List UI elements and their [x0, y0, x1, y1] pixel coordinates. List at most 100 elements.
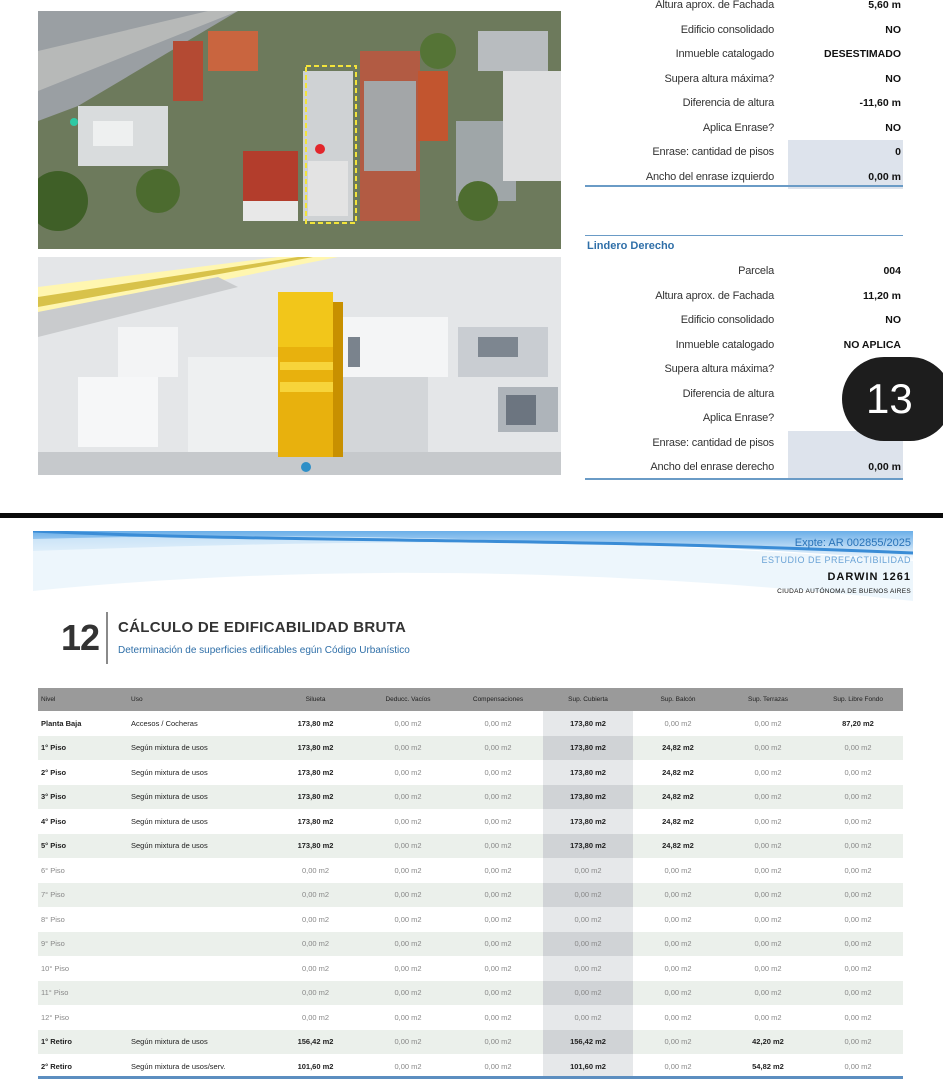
value-cell: 0,00 m2 — [268, 956, 363, 981]
lindero-derecho-title: Lindero Derecho — [587, 240, 675, 252]
value-cell: 0,00 m2 — [543, 956, 633, 981]
expediente-number: Expte: AR 002855/2025 — [794, 537, 911, 549]
value-cell: 0,00 m2 — [723, 882, 813, 907]
value-cell: 0,00 m2 — [723, 760, 813, 785]
value-cell: 0,00 m2 — [723, 1005, 813, 1030]
lindero-izquierdo-table: Altura aprox. de Fachada 5,60 m Edificio c… — [585, 0, 903, 189]
use-cell: Según mixtura de usos/serv. — [128, 1054, 268, 1079]
use-cell: Según mixtura de usos — [128, 809, 268, 834]
value-cell: 0,00 m2 — [813, 760, 903, 785]
use-cell — [128, 956, 268, 981]
table-row: 4° Piso Según mixtura de usos 173,80 m2 0,0… — [38, 809, 903, 834]
level-cell: 12° Piso — [38, 1005, 128, 1030]
value-cell: 0,00 m2 — [543, 907, 633, 932]
use-cell: Según mixtura de usos — [128, 833, 268, 858]
value-cell: 0,00 m2 — [633, 858, 723, 883]
use-cell: Según mixtura de usos — [128, 735, 268, 760]
value-cell: 0,00 m2 — [453, 735, 543, 760]
level-cell: 1° Piso — [38, 735, 128, 760]
value-cell: 0,00 m2 — [723, 858, 813, 883]
value-cell: 0,00 m2 — [453, 858, 543, 883]
value-cell: 0,00 m2 — [363, 1005, 453, 1030]
section-subtitle: Determinación de superficies edificables… — [118, 645, 410, 656]
value-cell: 0,00 m2 — [268, 907, 363, 932]
use-cell — [128, 980, 268, 1005]
value-cell: 0,00 m2 — [633, 882, 723, 907]
value-cell: 173,80 m2 — [543, 760, 633, 785]
value-cell: 54,82 m2 — [723, 1054, 813, 1079]
kv-row: Enrase: cantidad de pisos — [585, 430, 903, 455]
use-cell: Accesos / Cocheras — [128, 711, 268, 736]
kv-value: NO — [885, 314, 901, 327]
kv-label: Aplica Enrase? — [702, 121, 774, 134]
value-cell: 0,00 m2 — [633, 711, 723, 736]
kv-row: Parcela 004 — [585, 259, 903, 284]
level-cell: 8° Piso — [38, 907, 128, 932]
value-cell: 0,00 m2 — [633, 1054, 723, 1079]
value-cell: 24,82 m2 — [633, 809, 723, 834]
value-cell: 0,00 m2 — [363, 809, 453, 834]
value-cell: 101,60 m2 — [543, 1054, 633, 1079]
value-cell: 173,80 m2 — [268, 784, 363, 809]
kv-value: DESESTIMADO — [823, 48, 901, 61]
value-cell: 173,80 m2 — [543, 784, 633, 809]
value-cell: 0,00 m2 — [723, 735, 813, 760]
value-cell: 0,00 m2 — [633, 980, 723, 1005]
kv-label: Supera altura máxima? — [664, 363, 774, 376]
kv-label: Ancho del enrase izquierdo — [645, 170, 774, 183]
column-header: Sup. Libre Fondo — [813, 688, 903, 711]
value-cell: 0,00 m2 — [723, 784, 813, 809]
use-cell: Según mixtura de usos — [128, 760, 268, 785]
value-cell: 0,00 m2 — [813, 1005, 903, 1030]
kv-label: Edificio consolidado — [680, 314, 774, 327]
level-cell: 10° Piso — [38, 956, 128, 981]
value-cell: 0,00 m2 — [453, 711, 543, 736]
kv-label: Edificio consolidado — [680, 23, 774, 36]
section-bar — [106, 612, 108, 664]
value-cell: 87,20 m2 — [813, 711, 903, 736]
value-cell: 0,00 m2 — [633, 956, 723, 981]
kv-label: Ancho del enrase derecho — [650, 461, 774, 474]
table-row: 6° Piso 0,00 m2 0,00 m2 0,00 m2 0,00 m2 0,00 … — [38, 858, 903, 883]
value-cell: 0,00 m2 — [813, 956, 903, 981]
value-cell: 0,00 m2 — [268, 1005, 363, 1030]
value-cell: 0,00 m2 — [723, 833, 813, 858]
column-header: Sup. Terrazas — [723, 688, 813, 711]
aerial-photo — [38, 11, 561, 249]
value-cell: 0,00 m2 — [543, 931, 633, 956]
kv-row: Enrase: cantidad de pisos 0 — [585, 140, 903, 165]
table-row: 1° Piso Según mixtura de usos 173,80 m2 0,0… — [38, 735, 903, 760]
value-cell: 0,00 m2 — [363, 735, 453, 760]
value-cell: 24,82 m2 — [633, 760, 723, 785]
table-row: 11° Piso 0,00 m2 0,00 m2 0,00 m2 0,00 m2 0,00… — [38, 980, 903, 1005]
value-cell: 0,00 m2 — [453, 956, 543, 981]
table-row: 12° Piso 0,00 m2 0,00 m2 0,00 m2 0,00 m2 0,00… — [38, 1005, 903, 1030]
kv-label: Diferencia de altura — [682, 387, 775, 400]
level-cell: 9° Piso — [38, 931, 128, 956]
value-cell: 0,00 m2 — [723, 907, 813, 932]
kv-label: Inmueble catalogado — [675, 338, 775, 351]
edificabilidad-table: Nivel Uso Silueta Deducc. Vacíos Compens… — [38, 688, 903, 1079]
lindero-derecho-top-rule — [585, 235, 903, 236]
header-wave — [33, 531, 913, 681]
kv-value: NO — [885, 23, 901, 36]
column-header: Compensaciones — [453, 688, 543, 711]
value-cell: 0,00 m2 — [453, 1054, 543, 1079]
page-number-badge: 13 — [842, 357, 943, 441]
use-cell — [128, 882, 268, 907]
value-cell: 173,80 m2 — [268, 760, 363, 785]
kv-label: Diferencia de altura — [682, 97, 775, 110]
value-cell: 0,00 m2 — [363, 980, 453, 1005]
kv-value: 0 — [788, 140, 903, 165]
value-cell: 173,80 m2 — [543, 809, 633, 834]
table-bottom-rule — [38, 1076, 903, 1079]
table-row: 10° Piso 0,00 m2 0,00 m2 0,00 m2 0,00 m2 0,00… — [38, 956, 903, 981]
value-cell: 0,00 m2 — [453, 760, 543, 785]
table-row: 2° Piso Según mixtura de usos 173,80 m2 0,0… — [38, 760, 903, 785]
value-cell: 0,00 m2 — [813, 1054, 903, 1079]
value-cell: 24,82 m2 — [633, 735, 723, 760]
kv-label: Supera altura máxima? — [664, 72, 774, 85]
kv-value: 11,20 m — [863, 289, 901, 302]
table-row: 9° Piso 0,00 m2 0,00 m2 0,00 m2 0,00 m2 0,00 … — [38, 931, 903, 956]
level-cell: 3° Piso — [38, 784, 128, 809]
